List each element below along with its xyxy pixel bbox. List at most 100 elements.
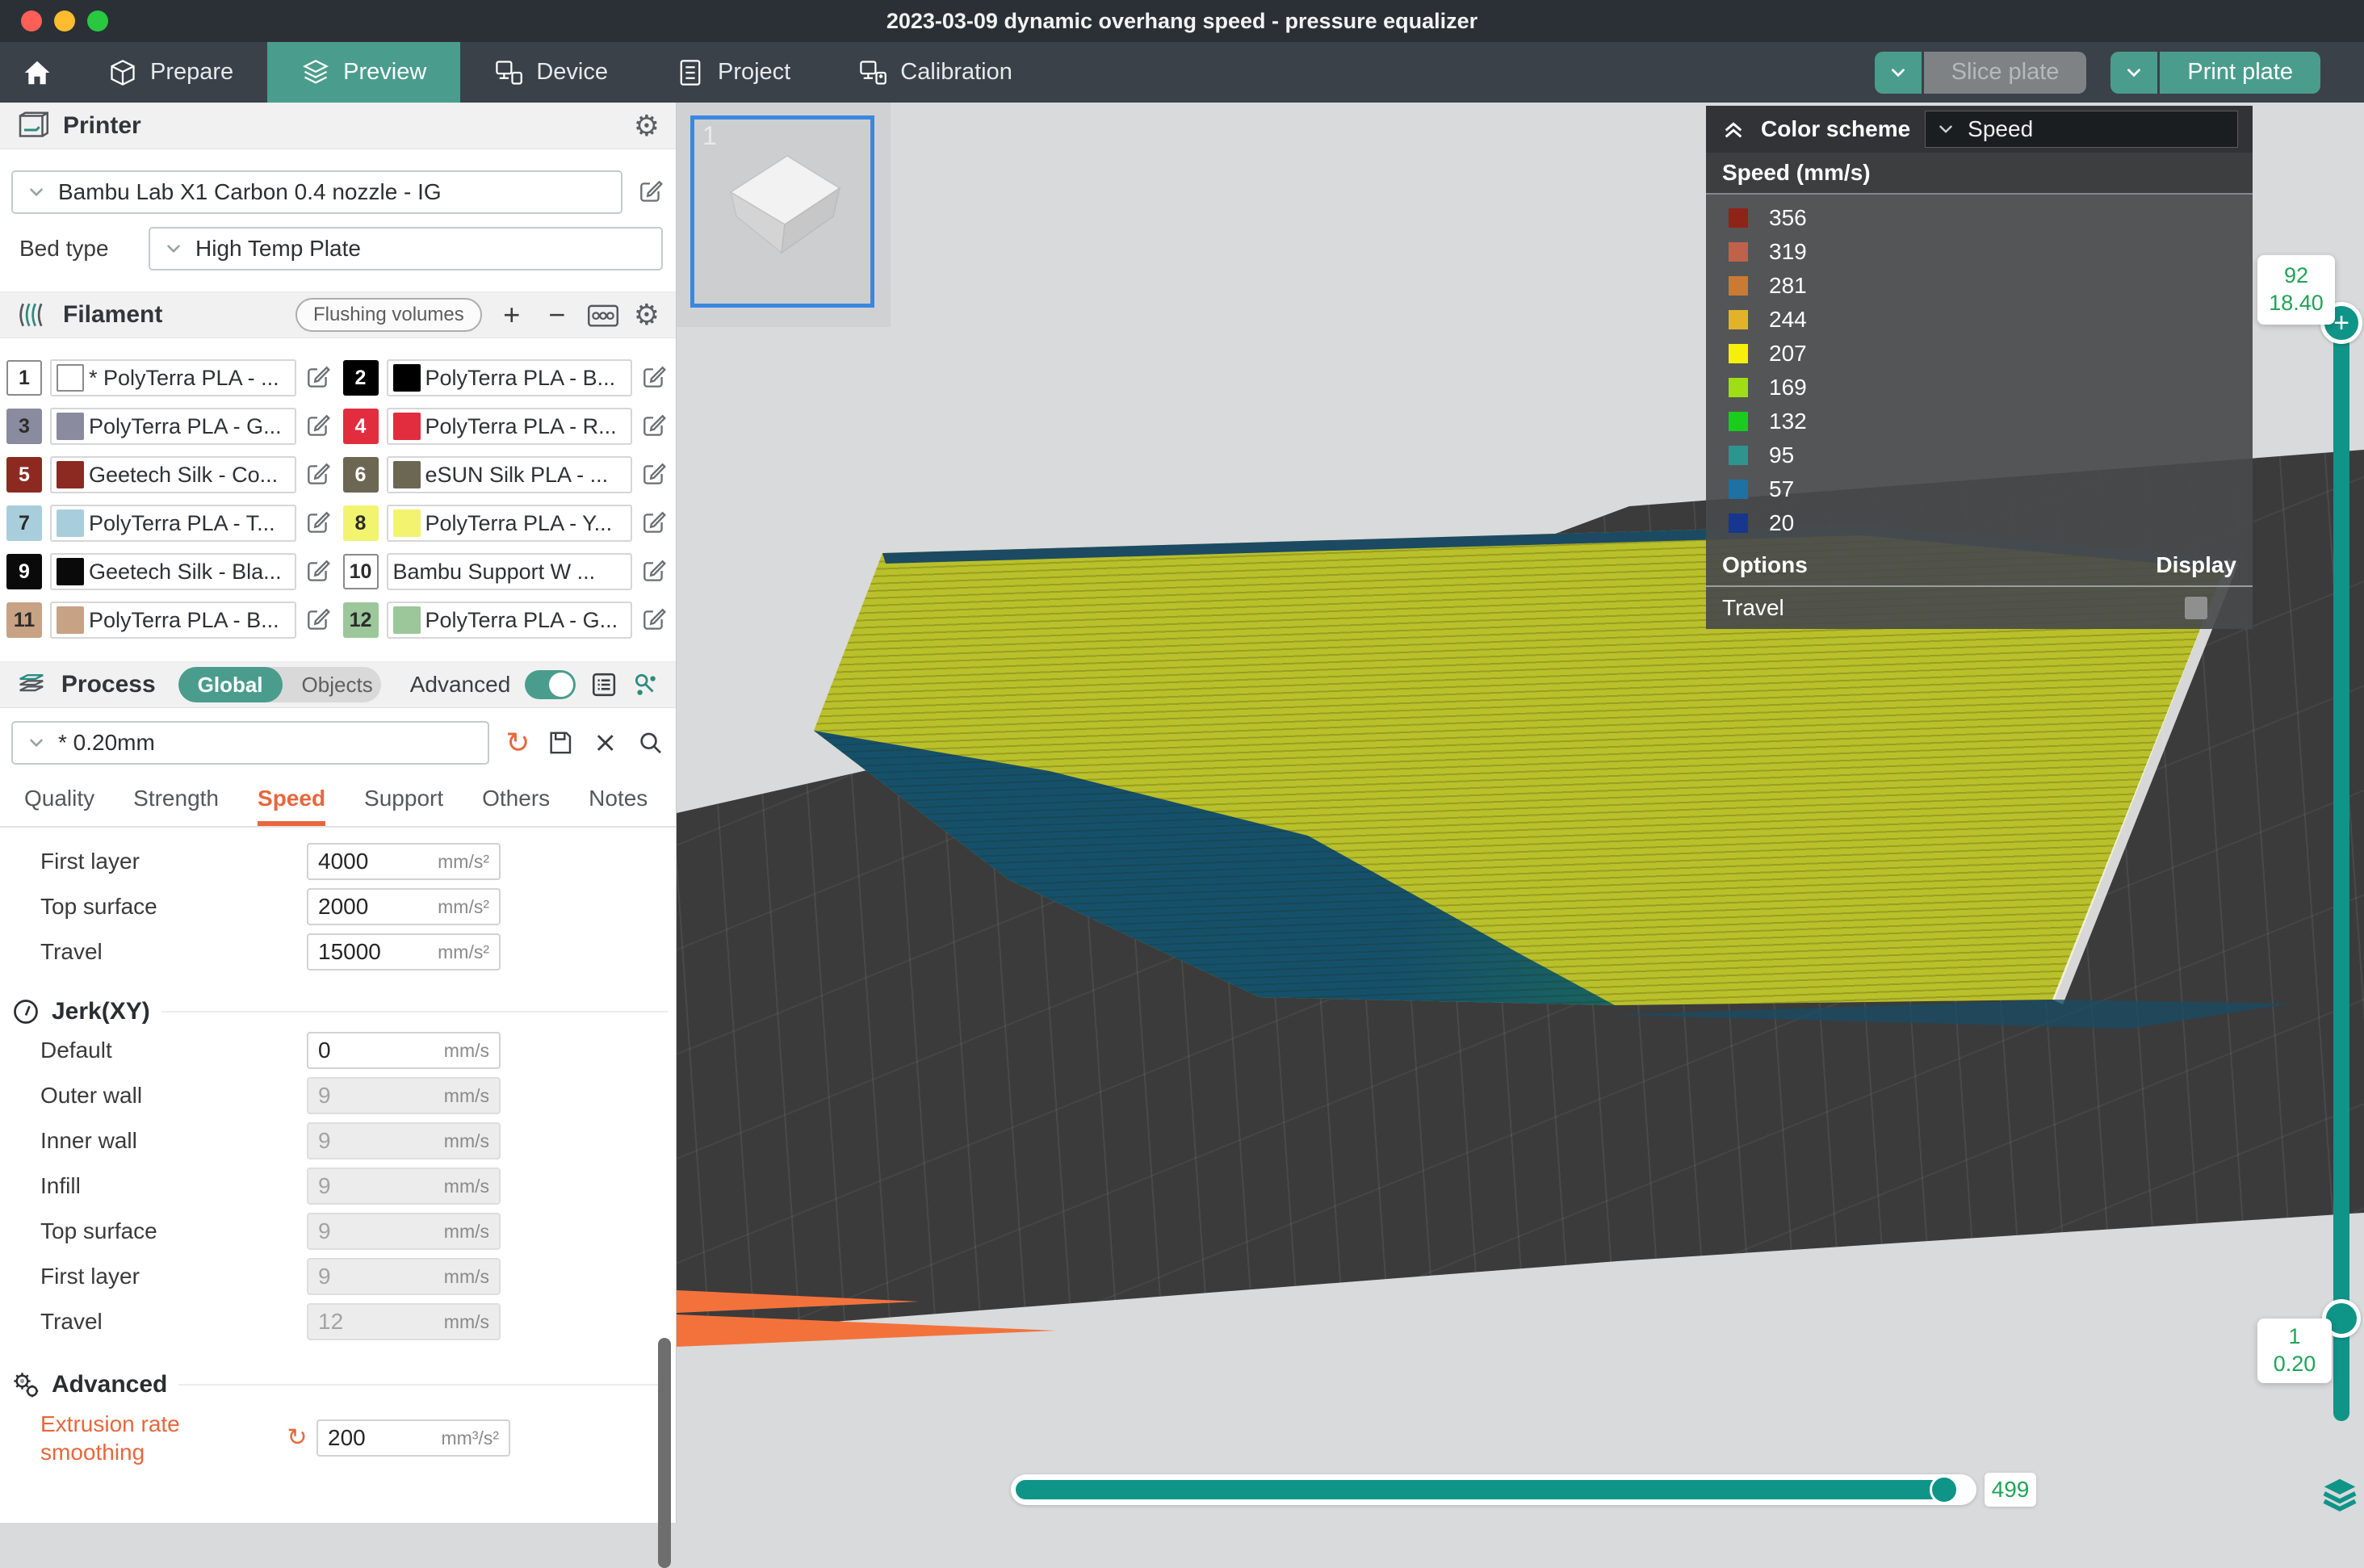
nav-tab-preview[interactable]: Preview [267, 42, 460, 103]
remove-filament-button[interactable]: − [542, 298, 572, 332]
filament-number-badge[interactable]: 6 [343, 457, 379, 493]
flushing-volumes-button[interactable]: Flushing volumes [296, 298, 482, 332]
param-label: Travel [40, 939, 307, 965]
param-field[interactable]: 15000mm/s² [307, 933, 501, 971]
process-tab-others[interactable]: Others [482, 786, 550, 826]
filament-number-badge[interactable]: 7 [6, 505, 42, 541]
filament-number-badge[interactable]: 1 [6, 360, 42, 396]
filament-number-badge[interactable]: 9 [6, 554, 42, 589]
process-tab-support[interactable]: Support [364, 786, 443, 826]
filament-edit-button[interactable] [304, 364, 332, 392]
printer-edit-button[interactable] [637, 178, 664, 206]
filament-number-badge[interactable]: 3 [6, 409, 42, 444]
filament-number-badge[interactable]: 11 [6, 602, 42, 638]
filament-edit-button[interactable] [640, 606, 668, 634]
add-filament-button[interactable]: + [497, 298, 527, 332]
process-tab-speed[interactable]: Speed [258, 786, 325, 826]
window-title: 2023-03-09 dynamic overhang speed - pres… [0, 9, 2364, 34]
filament-edit-button[interactable] [640, 364, 668, 392]
3d-viewport[interactable]: 1 Color scheme Speed Speed (mm/s) 356319… [677, 103, 2364, 1523]
nav-tab-project[interactable]: Project [642, 42, 824, 103]
filament-edit-button[interactable] [304, 461, 332, 488]
param-field[interactable]: 4000mm/s² [307, 843, 501, 880]
filament-number-badge[interactable]: 5 [6, 457, 42, 493]
reset-preset-button[interactable]: ↻ [505, 728, 530, 757]
filament-preset-select[interactable]: Geetech Silk - Bla... [50, 553, 296, 590]
filament-preset-select[interactable]: PolyTerra PLA - R... [387, 408, 633, 445]
nav-tab-prepare[interactable]: Prepare [74, 42, 267, 103]
advanced-toggle[interactable] [525, 670, 576, 699]
home-button[interactable] [0, 42, 74, 103]
filament-preset-select[interactable]: * PolyTerra PLA - ... [50, 359, 296, 396]
filament-preset-select[interactable]: PolyTerra PLA - Y... [387, 505, 633, 542]
filament-edit-button[interactable] [304, 413, 332, 440]
nav-tab-calibration[interactable]: Calibration [824, 42, 1046, 103]
legend-color-swatch [1729, 378, 1748, 397]
legend-value: 57 [1769, 476, 1794, 502]
param-field[interactable]: 0mm/s [307, 1032, 501, 1069]
filament-number-badge[interactable]: 10 [343, 554, 379, 589]
process-tab-quality[interactable]: Quality [24, 786, 94, 826]
parameter-search-icon[interactable] [632, 670, 660, 699]
filament-settings-gear-icon[interactable]: ⚙ [634, 300, 660, 329]
slice-plate-button[interactable]: Slice plate [1924, 52, 2087, 94]
filament-icon [16, 299, 48, 331]
delete-preset-button[interactable] [591, 728, 620, 757]
process-preset-select[interactable]: * 0.20mm [11, 721, 489, 765]
move-slider-track[interactable] [1011, 1474, 1976, 1505]
process-tab-strength[interactable]: Strength [133, 786, 219, 826]
print-plate-button[interactable]: Print plate [2160, 52, 2320, 94]
process-icon [16, 669, 47, 701]
travel-checkbox[interactable] [2185, 597, 2207, 619]
print-dropdown-button[interactable] [2110, 52, 2157, 94]
slice-dropdown-button[interactable] [1875, 52, 1922, 94]
printer-settings-gear-icon[interactable]: ⚙ [634, 111, 660, 140]
settings-list-icon[interactable] [590, 670, 618, 699]
color-scheme-value: Speed [1968, 116, 2033, 142]
filament-number-badge[interactable]: 12 [343, 602, 379, 638]
process-scope-objects[interactable]: Objects [283, 667, 381, 702]
layers-corner-icon[interactable] [2322, 1477, 2358, 1512]
filament-number-badge[interactable]: 2 [343, 360, 379, 396]
extrusion-rate-smoothing-field[interactable]: 200 mm³/s² [316, 1419, 510, 1457]
param-field[interactable]: 2000mm/s² [307, 888, 501, 925]
filament-preset-select[interactable]: Bambu Support W ... [387, 553, 633, 590]
filament-edit-button[interactable] [304, 509, 332, 537]
color-scheme-select[interactable]: Speed [1925, 111, 2238, 148]
filament-edit-button[interactable] [640, 509, 668, 537]
process-tab-notes[interactable]: Notes [589, 786, 648, 826]
filament-edit-button[interactable] [640, 413, 668, 440]
ams-icon[interactable] [587, 300, 619, 329]
legend-color-swatch [1729, 242, 1748, 262]
filament-preset-select[interactable]: PolyTerra PLA - B... [387, 359, 633, 396]
filament-name: PolyTerra PLA - T... [89, 511, 275, 536]
filament-section-title: Filament [63, 301, 162, 329]
filament-edit-button[interactable] [640, 558, 668, 585]
filament-edit-button[interactable] [640, 461, 668, 488]
filament-preset-select[interactable]: Geetech Silk - Co... [50, 456, 296, 493]
filament-number-badge[interactable]: 4 [343, 409, 379, 444]
filament-color-swatch [57, 606, 84, 634]
printer-preset-select[interactable]: Bambu Lab X1 Carbon 0.4 nozzle - IG [11, 170, 622, 214]
move-slider-handle[interactable] [1930, 1475, 1959, 1504]
sidebar-scrollbar[interactable] [658, 1338, 671, 1568]
filament-number-badge[interactable]: 8 [343, 505, 379, 541]
filament-preset-select[interactable]: PolyTerra PLA - G... [50, 408, 296, 445]
undo-parameter-button[interactable]: ↻ [283, 1426, 312, 1450]
filament-preset-select[interactable]: PolyTerra PLA - G... [387, 602, 633, 639]
nav-tab-label: Prepare [150, 59, 233, 86]
search-parameters-button[interactable] [636, 728, 665, 757]
filament-preset-select[interactable]: PolyTerra PLA - T... [50, 505, 296, 542]
process-scope-global[interactable]: Global [178, 667, 283, 702]
layer-slider-track[interactable] [2333, 323, 2349, 1421]
nav-tab-device[interactable]: Device [460, 42, 642, 103]
bed-type-select[interactable]: High Temp Plate [149, 227, 663, 270]
plate-thumbnail[interactable]: 1 [690, 115, 874, 308]
collapse-panel-icon[interactable] [1721, 116, 1746, 142]
save-preset-button[interactable] [546, 728, 575, 757]
filament-preset-select[interactable]: PolyTerra PLA - B... [50, 602, 296, 639]
filament-edit-button[interactable] [304, 606, 332, 634]
filament-preset-select[interactable]: eSUN Silk PLA - ... [387, 456, 633, 493]
filament-edit-button[interactable] [304, 558, 332, 585]
legend-items: 356319281244207169132955720 [1706, 195, 2253, 545]
